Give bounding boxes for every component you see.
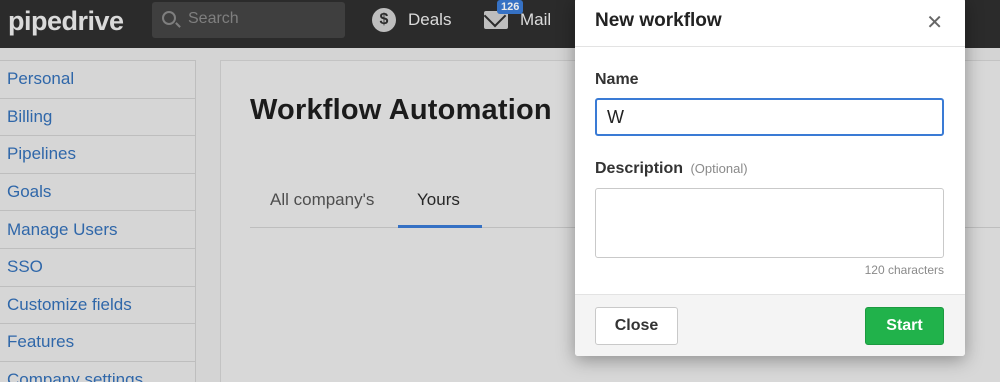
- character-counter: 120 characters: [864, 263, 944, 277]
- description-label-row: Description (Optional): [595, 160, 748, 178]
- new-workflow-dialog: New workflow ✕ Name Description (Optiona…: [575, 0, 965, 356]
- close-icon[interactable]: ✕: [926, 10, 943, 35]
- start-button[interactable]: Start: [865, 307, 944, 345]
- dialog-title: New workflow: [595, 10, 722, 31]
- dialog-footer: Close Start: [575, 294, 965, 356]
- dialog-header: New workflow ✕: [575, 0, 965, 47]
- close-button[interactable]: Close: [595, 307, 678, 345]
- description-label: Description: [595, 160, 684, 177]
- optional-hint: (Optional): [690, 161, 748, 176]
- name-label: Name: [595, 71, 639, 88]
- workflow-description-input[interactable]: [595, 188, 944, 258]
- workflow-name-input[interactable]: [595, 98, 944, 136]
